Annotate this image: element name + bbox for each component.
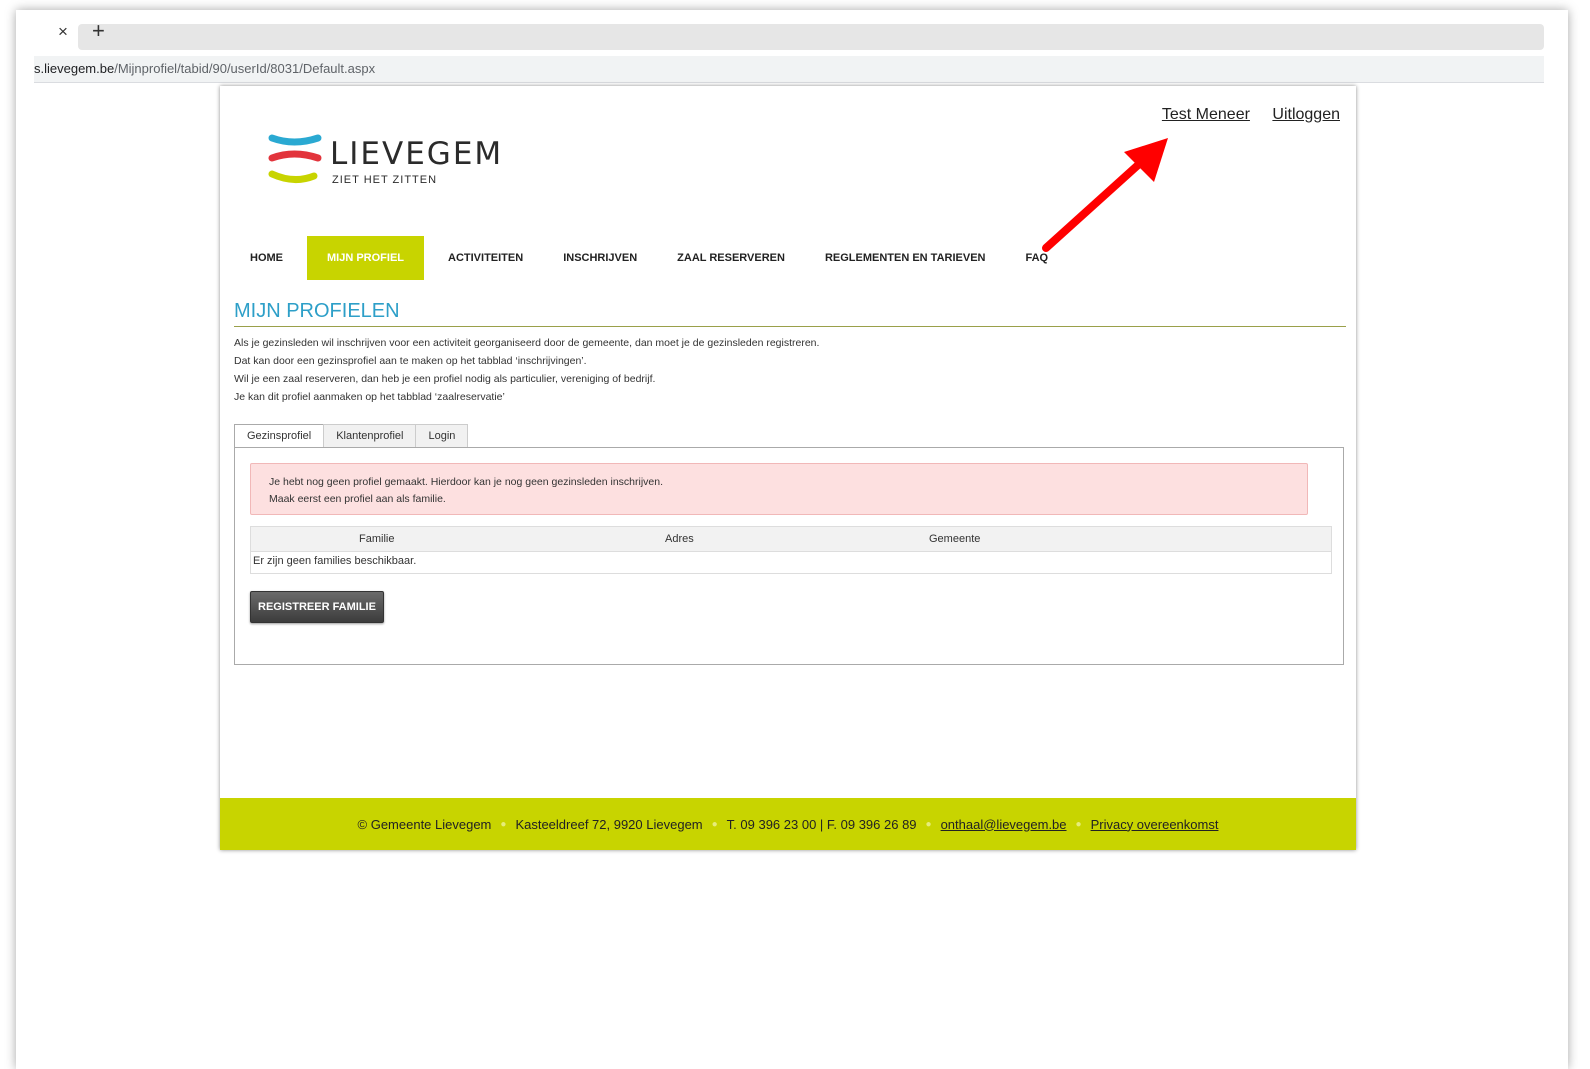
logout-link[interactable]: Uitloggen [1272,106,1340,123]
column-header-adres[interactable]: Adres [665,533,694,545]
address-bar[interactable]: s.lievegem.be/Mijnprofiel/tabid/90/userI… [34,56,1544,83]
logo-stripes-icon [268,134,322,183]
close-tab-icon[interactable]: × [58,22,68,42]
footer: © Gemeente Lievegem ● Kasteeldreef 72, 9… [220,798,1356,850]
footer-address: Kasteeldreef 72, 9920 Lievegem [515,816,703,832]
page-container: Test Meneer Uitloggen LIEVEGEM ZIET HET … [220,86,1356,850]
table-empty-row: Er zijn geen families beschikbaar. [253,555,417,567]
annotation-arrow-icon [1042,138,1168,252]
alert-line: Je hebt nog geen profiel gemaakt. Hierdo… [269,476,664,488]
page-title: MIJN PROFIELEN [234,300,400,322]
logo-wordmark: LIEVEGEM [330,136,504,172]
tab-gezinsprofiel[interactable]: Gezinsprofiel [234,424,325,449]
footer-privacy-link[interactable]: Privacy overeenkomst [1091,817,1219,832]
register-family-button[interactable]: REGISTREER FAMILIE [250,591,384,623]
new-tab-icon[interactable]: + [92,20,105,42]
url-host: s.lievegem.be [34,61,115,76]
profile-tabs: Gezinsprofiel Klantenprofiel Login [234,424,469,449]
no-profile-alert: Je hebt nog geen profiel gemaakt. Hierdo… [250,463,1308,515]
nav-home[interactable]: HOME [230,236,303,280]
logo-tagline: ZIET HET ZITTEN [332,174,438,186]
nav-activiteiten[interactable]: ACTIVITEITEN [428,236,543,280]
intro-text: Als je gezinsleden wil inschrijven voor … [234,334,819,406]
footer-phone: T. 09 396 23 00 | F. 09 396 26 89 [726,816,917,832]
tab-klantenprofiel[interactable]: Klantenprofiel [323,424,417,448]
url-text[interactable]: s.lievegem.be/Mijnprofiel/tabid/90/userI… [34,61,375,76]
user-links: Test Meneer Uitloggen [1144,106,1340,124]
column-header-gemeente[interactable]: Gemeente [929,533,980,545]
footer-copyright: © Gemeente Lievegem [357,816,492,832]
tab-login[interactable]: Login [415,424,469,448]
nav-mijn-profiel[interactable]: MIJN PROFIEL [307,236,425,280]
intro-line: Als je gezinsleden wil inschrijven voor … [234,337,820,349]
footer-separator-icon: ● [1075,818,1082,830]
footer-email-link[interactable]: onthaal@lievegem.be [941,817,1067,832]
footer-separator-icon: ● [711,818,718,830]
intro-line: Je kan dit profiel aanmaken op het tabbl… [234,391,505,403]
user-name-link[interactable]: Test Meneer [1162,106,1250,123]
lievegem-logo[interactable]: LIEVEGEM ZIET HET ZITTEN [266,128,501,198]
nav-reglementen[interactable]: REGLEMENTEN EN TARIEVEN [805,236,1006,280]
url-path: /Mijnprofiel/tabid/90/userId/8031/Defaul… [114,61,376,76]
nav-zaal-reserveren[interactable]: ZAAL RESERVEREN [657,236,805,280]
families-table: Familie Adres Gemeente Er zijn geen fami… [250,526,1332,574]
nav-inschrijven[interactable]: INSCHRIJVEN [543,236,657,280]
intro-line: Wil je een zaal reserveren, dan heb je e… [234,373,656,385]
tab-panel-gezinsprofiel: Je hebt nog geen profiel gemaakt. Hierdo… [234,447,1344,665]
browser-tab-bar [78,24,1544,50]
footer-separator-icon: ● [500,818,507,830]
table-header: Familie Adres Gemeente [251,527,1331,552]
intro-line: Dat kan door een gezinsprofiel aan te ma… [234,355,587,367]
alert-line: Maak eerst een profiel aan als familie. [269,493,446,505]
title-divider [234,326,1346,327]
footer-separator-icon: ● [925,818,932,830]
main-nav: HOME MIJN PROFIEL ACTIVITEITEN INSCHRIJV… [230,236,1068,280]
column-header-familie[interactable]: Familie [359,533,394,545]
